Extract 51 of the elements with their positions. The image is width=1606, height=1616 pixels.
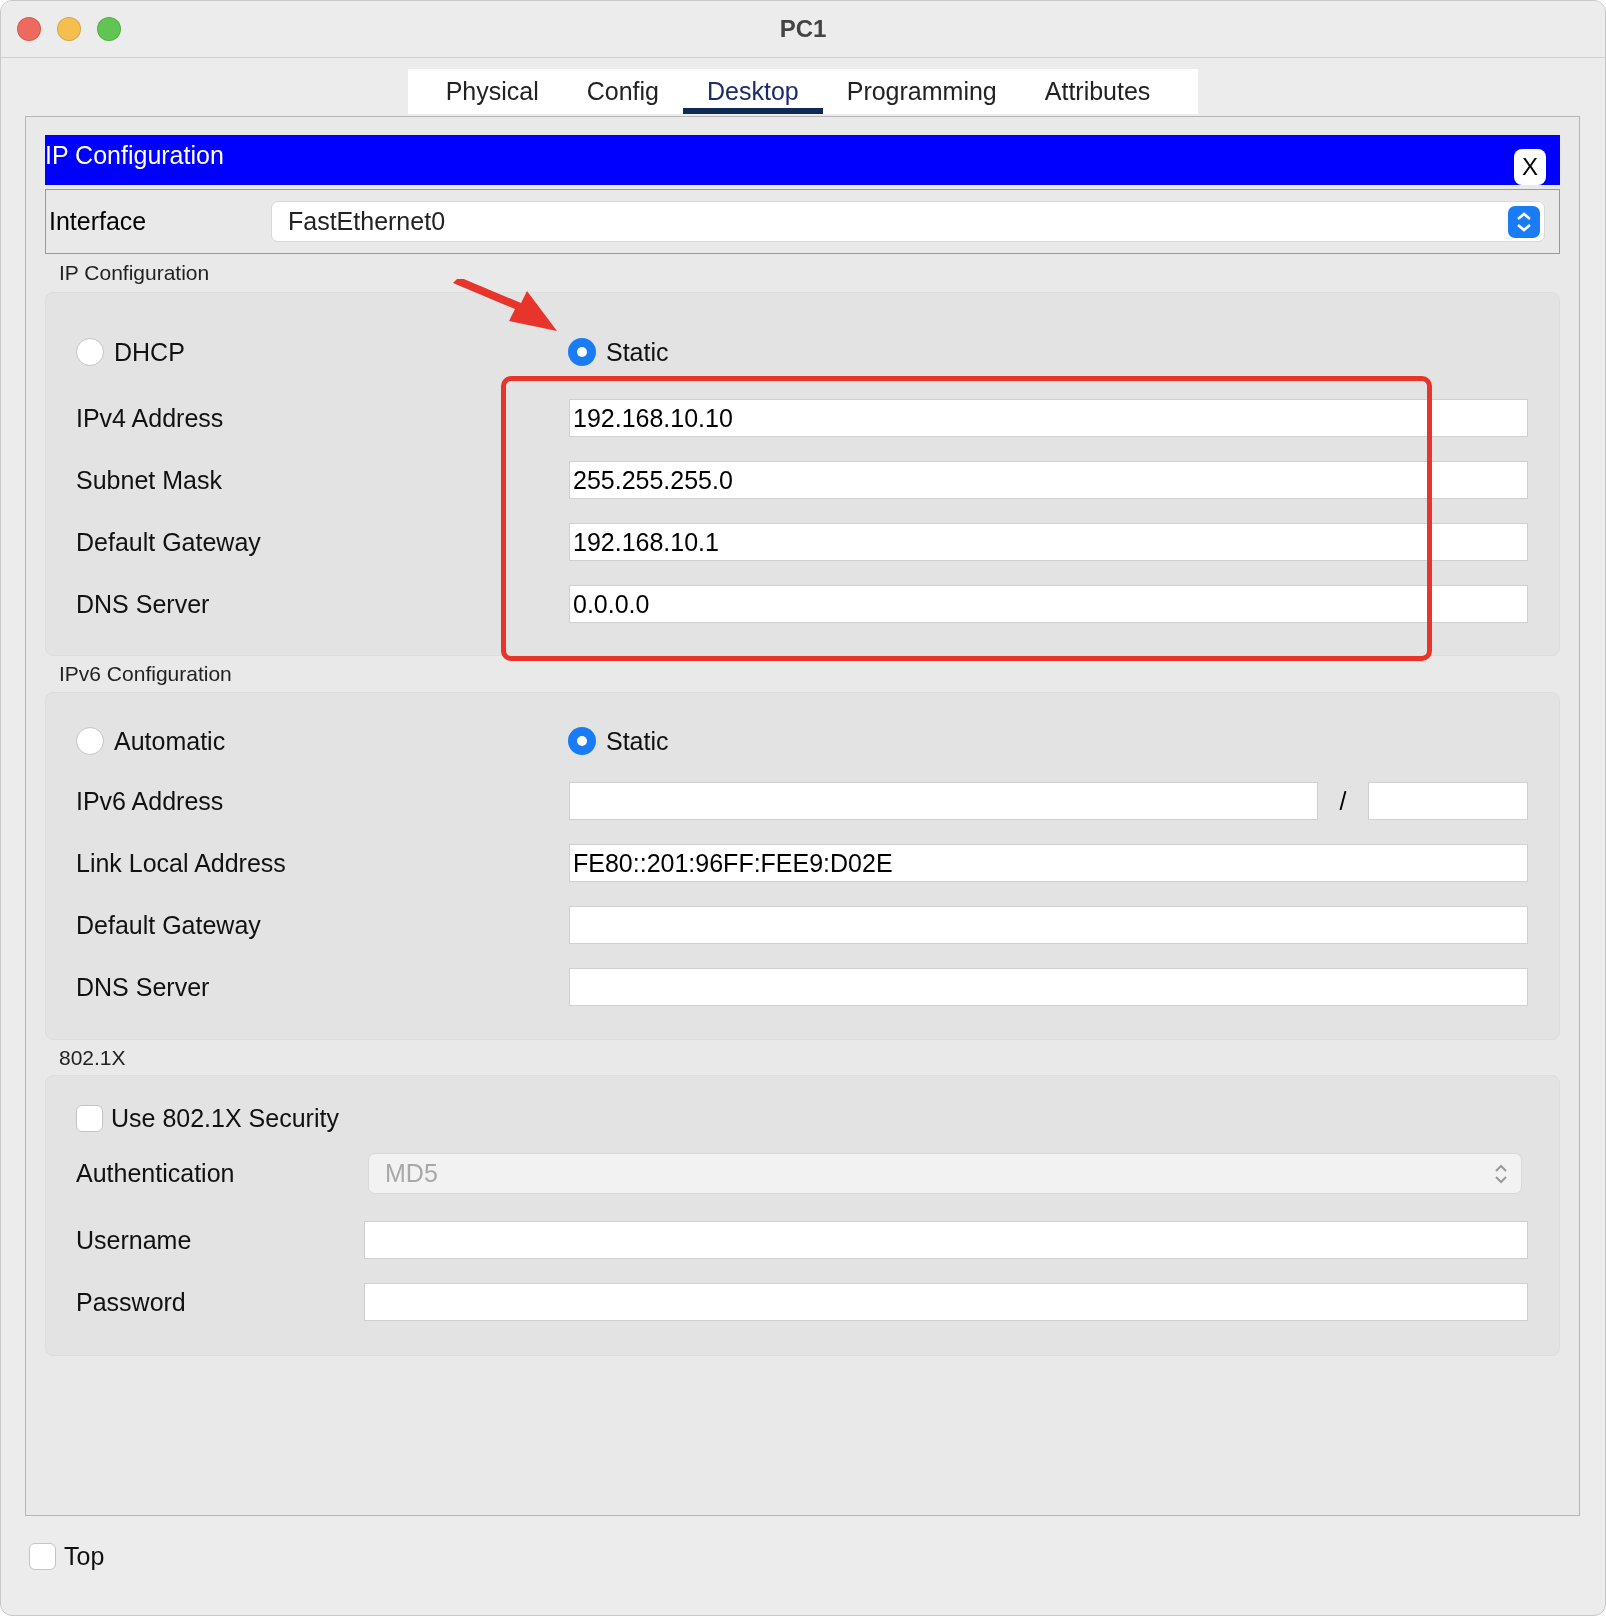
input-field[interactable] — [569, 906, 1528, 944]
separator-text: / — [1338, 786, 1348, 816]
radio-button[interactable] — [76, 727, 104, 755]
checkbox[interactable] — [29, 1543, 56, 1570]
input-field[interactable]: 0.0.0.0 — [569, 585, 1528, 623]
input-field[interactable]: FE80::201:96FF:FEE9:D02E — [569, 844, 1528, 882]
field-label: DNS Server — [76, 972, 211, 1002]
input-field[interactable]: 192.168.10.10 — [569, 399, 1528, 437]
checkbox-label: Top — [64, 1542, 105, 1571]
minimize-icon[interactable] — [57, 17, 81, 41]
stepper-icon — [1508, 205, 1540, 238]
field-label: IPv4 Address — [76, 403, 225, 433]
input-field[interactable] — [569, 782, 1318, 820]
field-label: Default Gateway — [76, 910, 262, 940]
tab[interactable]: Physical — [421, 69, 563, 114]
radio-button[interactable] — [568, 727, 596, 755]
close-icon[interactable] — [17, 17, 41, 41]
field-label: Password — [76, 1287, 187, 1317]
field-label: Interface — [49, 207, 148, 236]
checkbox-label: Use 802.1X Security — [111, 1103, 339, 1133]
zoom-icon[interactable] — [97, 17, 121, 41]
section-label: IPv6 Configuration — [59, 662, 232, 686]
section-label: 802.1X — [59, 1045, 126, 1070]
close-button[interactable]: X — [1514, 149, 1546, 185]
tab[interactable]: Programming — [822, 69, 1021, 114]
tab[interactable]: Config — [562, 69, 683, 114]
radio-button[interactable] — [76, 338, 104, 366]
section-label: IP Configuration — [59, 261, 210, 285]
radio-button[interactable] — [568, 338, 596, 366]
radio-label: Automatic — [114, 726, 226, 756]
window-title: PC1 — [779, 15, 827, 43]
field-label: Subnet Mask — [76, 465, 223, 495]
prefix-field[interactable] — [1368, 782, 1528, 820]
field-label: IPv6 Address — [76, 786, 225, 816]
field-label: Username — [76, 1225, 193, 1255]
field-label: Default Gateway — [76, 527, 262, 557]
radio-label: Static — [606, 726, 669, 756]
field-label: Link Local Address — [76, 848, 287, 878]
tab[interactable]: Attributes — [1020, 69, 1175, 114]
input-field[interactable] — [364, 1283, 1528, 1321]
field-label: DNS Server — [76, 589, 211, 619]
field-label: Authentication — [76, 1159, 236, 1188]
input-field[interactable] — [364, 1221, 1528, 1259]
interface-select[interactable]: FastEthernet0 — [271, 201, 1545, 242]
radio-label: Static — [606, 337, 669, 367]
checkbox[interactable] — [76, 1104, 103, 1132]
input-field[interactable] — [569, 968, 1528, 1006]
input-field[interactable]: 192.168.10.1 — [569, 523, 1528, 561]
input-field[interactable]: 255.255.255.0 — [569, 461, 1528, 499]
radio-label: DHCP — [114, 337, 185, 367]
dialog-title: IP Configuration — [45, 140, 224, 170]
